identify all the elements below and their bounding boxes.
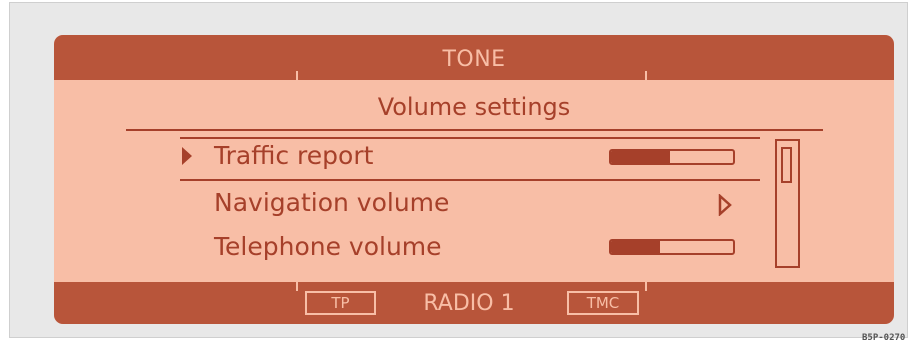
tmc-indicator: TMC [567, 291, 639, 315]
telephone-volume-bar[interactable] [609, 239, 735, 255]
scrollbar-thumb[interactable] [781, 147, 792, 183]
selection-bottom-line [180, 179, 760, 181]
menu-item-navigation-volume[interactable]: Navigation volume [214, 188, 449, 217]
image-code: B5P-0270 [862, 333, 906, 343]
radio-source-label: RADIO 1 [423, 290, 515, 316]
title-bar: TONE [54, 35, 894, 80]
heading-underline [126, 129, 823, 131]
status-tick-right [645, 282, 647, 291]
menu-heading: Volume settings [377, 93, 571, 121]
menu-scrollbar[interactable] [775, 139, 800, 268]
traffic-report-volume-fill [611, 151, 670, 163]
status-tick-left [296, 282, 298, 291]
radio-display-screen: TONE Volume settings Traffic report Navi… [54, 35, 894, 324]
display-frame: TONE Volume settings Traffic report Navi… [9, 2, 908, 338]
divider-tick-right [645, 71, 647, 80]
tp-indicator: TP [305, 291, 376, 315]
menu-item-telephone-volume[interactable]: Telephone volume [214, 232, 442, 261]
traffic-report-volume-bar[interactable] [609, 149, 735, 165]
telephone-volume-fill [611, 241, 660, 253]
divider-tick-left [296, 71, 298, 80]
selection-top-line [180, 137, 760, 139]
selection-cursor-icon [182, 147, 192, 165]
submenu-arrow-icon [718, 194, 732, 216]
screen-title: TONE [442, 47, 506, 72]
menu-item-traffic-report[interactable]: Traffic report [214, 141, 373, 170]
